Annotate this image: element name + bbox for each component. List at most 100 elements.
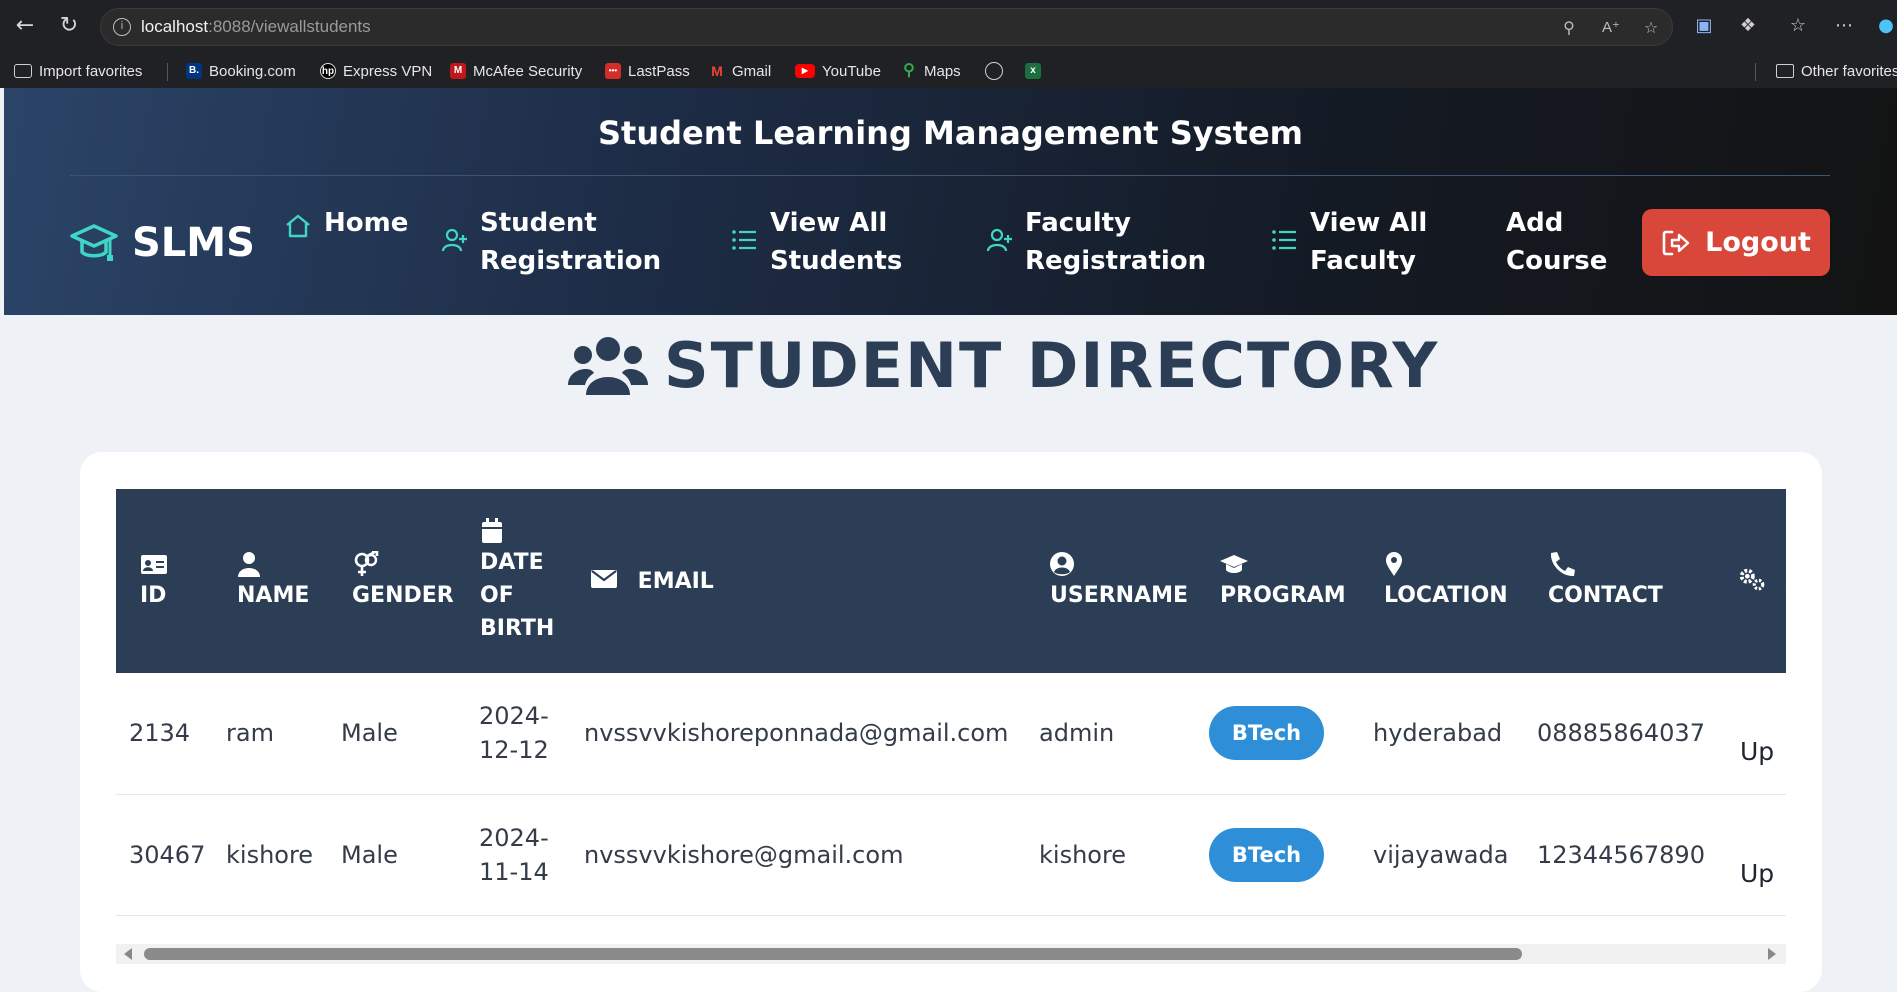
dob-line: 12-12 bbox=[479, 736, 549, 764]
nav-label-line: Add bbox=[1506, 208, 1563, 238]
cell-location: vijayawada bbox=[1366, 794, 1530, 915]
column-header-label: USERNAME bbox=[1050, 583, 1188, 608]
table-container[interactable]: ID NAME bbox=[116, 489, 1786, 919]
nav-label-line: Registration bbox=[1025, 246, 1206, 276]
cell-name: ram bbox=[213, 673, 328, 794]
nav-add-course[interactable]: Add Course bbox=[1506, 204, 1607, 280]
cell-gender: Male bbox=[328, 794, 466, 915]
bookmark-youtube[interactable]: ▶ YouTube bbox=[795, 61, 881, 81]
cell-date-of-birth: 2024- 12-12 bbox=[466, 673, 580, 794]
nav-student-registration[interactable]: StudentRegistration bbox=[440, 204, 661, 280]
table-row[interactable]: 2134 ram Male 2024-12-12 nvssvvkishorepo… bbox=[116, 673, 1786, 794]
cell-username: kishore bbox=[1032, 794, 1202, 915]
column-header-contact[interactable]: CONTACT bbox=[1530, 489, 1716, 673]
bookmark-lastpass[interactable]: ••• LastPass bbox=[605, 61, 690, 81]
scrollbar-thumb[interactable] bbox=[144, 948, 1522, 960]
back-icon[interactable]: ← bbox=[12, 13, 38, 39]
brand-name: SLMS bbox=[132, 220, 255, 266]
graduation-cap-icon bbox=[1220, 551, 1248, 577]
nav-faculty-registration[interactable]: FacultyRegistration bbox=[985, 204, 1206, 280]
column-header-program[interactable]: PROGRAM bbox=[1202, 489, 1366, 673]
brand-logo[interactable]: SLMS bbox=[70, 218, 255, 268]
more-menu-icon[interactable]: ⋯ bbox=[1832, 14, 1856, 38]
cell-contact: 12344567890 bbox=[1530, 794, 1716, 915]
bookmark-label: Express VPN bbox=[343, 63, 432, 80]
column-header-date-of-birth[interactable]: DATE OF BIRTH bbox=[466, 489, 580, 673]
bookmark-other-favorites[interactable]: Other favorites bbox=[1776, 61, 1897, 81]
column-header-actions[interactable]: A bbox=[1716, 489, 1786, 673]
cell-username: admin bbox=[1032, 673, 1202, 794]
bookmark-express-vpn[interactable]: hp Express VPN bbox=[320, 61, 432, 81]
cell-date-of-birth: 2024- 11-14 bbox=[466, 794, 580, 915]
app-header: Student Learning Management System SLMS … bbox=[4, 88, 1897, 315]
horizontal-scrollbar[interactable] bbox=[116, 944, 1786, 964]
nav-view-all-students-label: View All Students bbox=[770, 204, 902, 280]
nav-view-all-students[interactable]: View All Students bbox=[730, 204, 902, 280]
globe-icon bbox=[985, 62, 1003, 80]
calendar-icon bbox=[480, 518, 508, 544]
column-header-username[interactable]: USERNAME bbox=[1032, 489, 1202, 673]
scroll-left-icon[interactable] bbox=[124, 948, 132, 960]
url-text[interactable]: localhost:8088/viewallstudents bbox=[141, 17, 371, 37]
page-title-text: STUDENT DIRECTORY bbox=[664, 329, 1439, 402]
favorites-icon[interactable]: ☆ bbox=[1786, 14, 1810, 38]
read-aloud-icon[interactable]: A⁺ bbox=[1601, 18, 1621, 38]
table-row[interactable]: 30467 kishore Male 2024-11-14 nvssvvkish… bbox=[116, 794, 1786, 915]
column-header-id[interactable]: ID bbox=[116, 489, 213, 673]
column-header-gender[interactable]: GENDER bbox=[328, 489, 466, 673]
screenshot-icon[interactable]: ▣ bbox=[1692, 14, 1716, 38]
cell-email: nvssvvkishoreponnada@gmail.com bbox=[580, 673, 1032, 794]
bookmark-label: YouTube bbox=[822, 63, 881, 80]
bookmark-gmail[interactable]: M Gmail bbox=[709, 61, 771, 81]
column-header-location[interactable]: LOCATION bbox=[1366, 489, 1530, 673]
cell-id: 30467 bbox=[116, 794, 213, 915]
browser-chrome: ← ↻ i localhost:8088/viewallstudents ⚲ A… bbox=[0, 0, 1897, 88]
page-title: STUDENT DIRECTORY bbox=[568, 325, 1439, 405]
column-header-email[interactable]: EMAIL bbox=[580, 489, 1032, 673]
bookmark-booking[interactable]: B. Booking.com bbox=[186, 61, 296, 81]
gears-icon bbox=[1738, 566, 1766, 592]
lastpass-icon: ••• bbox=[605, 63, 621, 79]
add-user-icon bbox=[440, 226, 468, 254]
update-button[interactable]: Up bbox=[1740, 857, 1774, 891]
address-bar[interactable]: i localhost:8088/viewallstudents ⚲ A⁺ ☆ bbox=[100, 8, 1673, 46]
copilot-icon[interactable]: ● bbox=[1874, 14, 1897, 38]
zoom-icon[interactable]: ⚲ bbox=[1559, 18, 1579, 38]
favorite-star-icon[interactable]: ☆ bbox=[1641, 18, 1661, 38]
column-header-label: DATE OF BIRTH bbox=[480, 550, 554, 641]
bookmark-label: Booking.com bbox=[209, 63, 296, 80]
site-info-icon[interactable]: i bbox=[113, 18, 131, 36]
extensions-icon[interactable]: ❖ bbox=[1736, 14, 1760, 38]
bookmarks-bar: Import favorites B. Booking.com hp Expre… bbox=[0, 53, 1897, 88]
logout-label: Logout bbox=[1705, 227, 1811, 258]
nav-label-line: Students bbox=[770, 246, 902, 276]
scroll-right-icon[interactable] bbox=[1768, 948, 1776, 960]
bookmark-maps[interactable]: ⚲ Maps bbox=[901, 61, 961, 81]
cell-id: 2134 bbox=[116, 673, 213, 794]
bookmark-excel[interactable]: x bbox=[1025, 61, 1041, 81]
update-button[interactable]: Up bbox=[1740, 735, 1774, 769]
directory-card: ID NAME bbox=[80, 452, 1822, 992]
bookmark-separator bbox=[167, 63, 168, 81]
cell-program: BTech bbox=[1202, 794, 1366, 915]
column-header-name[interactable]: NAME bbox=[213, 489, 328, 673]
column-header-label: CONTACT bbox=[1548, 583, 1663, 608]
nav-view-all-faculty[interactable]: View AllFaculty bbox=[1270, 204, 1427, 280]
nav-home[interactable]: Home bbox=[284, 204, 408, 242]
cell-contact: 08885864037 bbox=[1530, 673, 1716, 794]
nav-label-line: Course bbox=[1506, 246, 1607, 276]
dob-line: 11-14 bbox=[479, 858, 549, 886]
bookmark-label: Maps bbox=[924, 63, 961, 80]
reload-icon[interactable]: ↻ bbox=[56, 13, 82, 39]
bookmark-mcafee[interactable]: M McAfee Security bbox=[450, 61, 582, 81]
cell-program: BTech bbox=[1202, 673, 1366, 794]
users-icon bbox=[568, 333, 648, 397]
column-header-label: EMAIL bbox=[638, 569, 714, 594]
program-badge: BTech bbox=[1209, 828, 1324, 882]
dob-line: 2024- bbox=[479, 824, 549, 852]
bookmark-globe[interactable] bbox=[985, 61, 1003, 81]
nav-label-line: View All bbox=[770, 208, 887, 238]
logout-button[interactable]: Logout bbox=[1642, 209, 1830, 276]
bookmark-import-favorites[interactable]: Import favorites bbox=[14, 61, 142, 81]
dob-line: 2024- bbox=[479, 702, 549, 730]
